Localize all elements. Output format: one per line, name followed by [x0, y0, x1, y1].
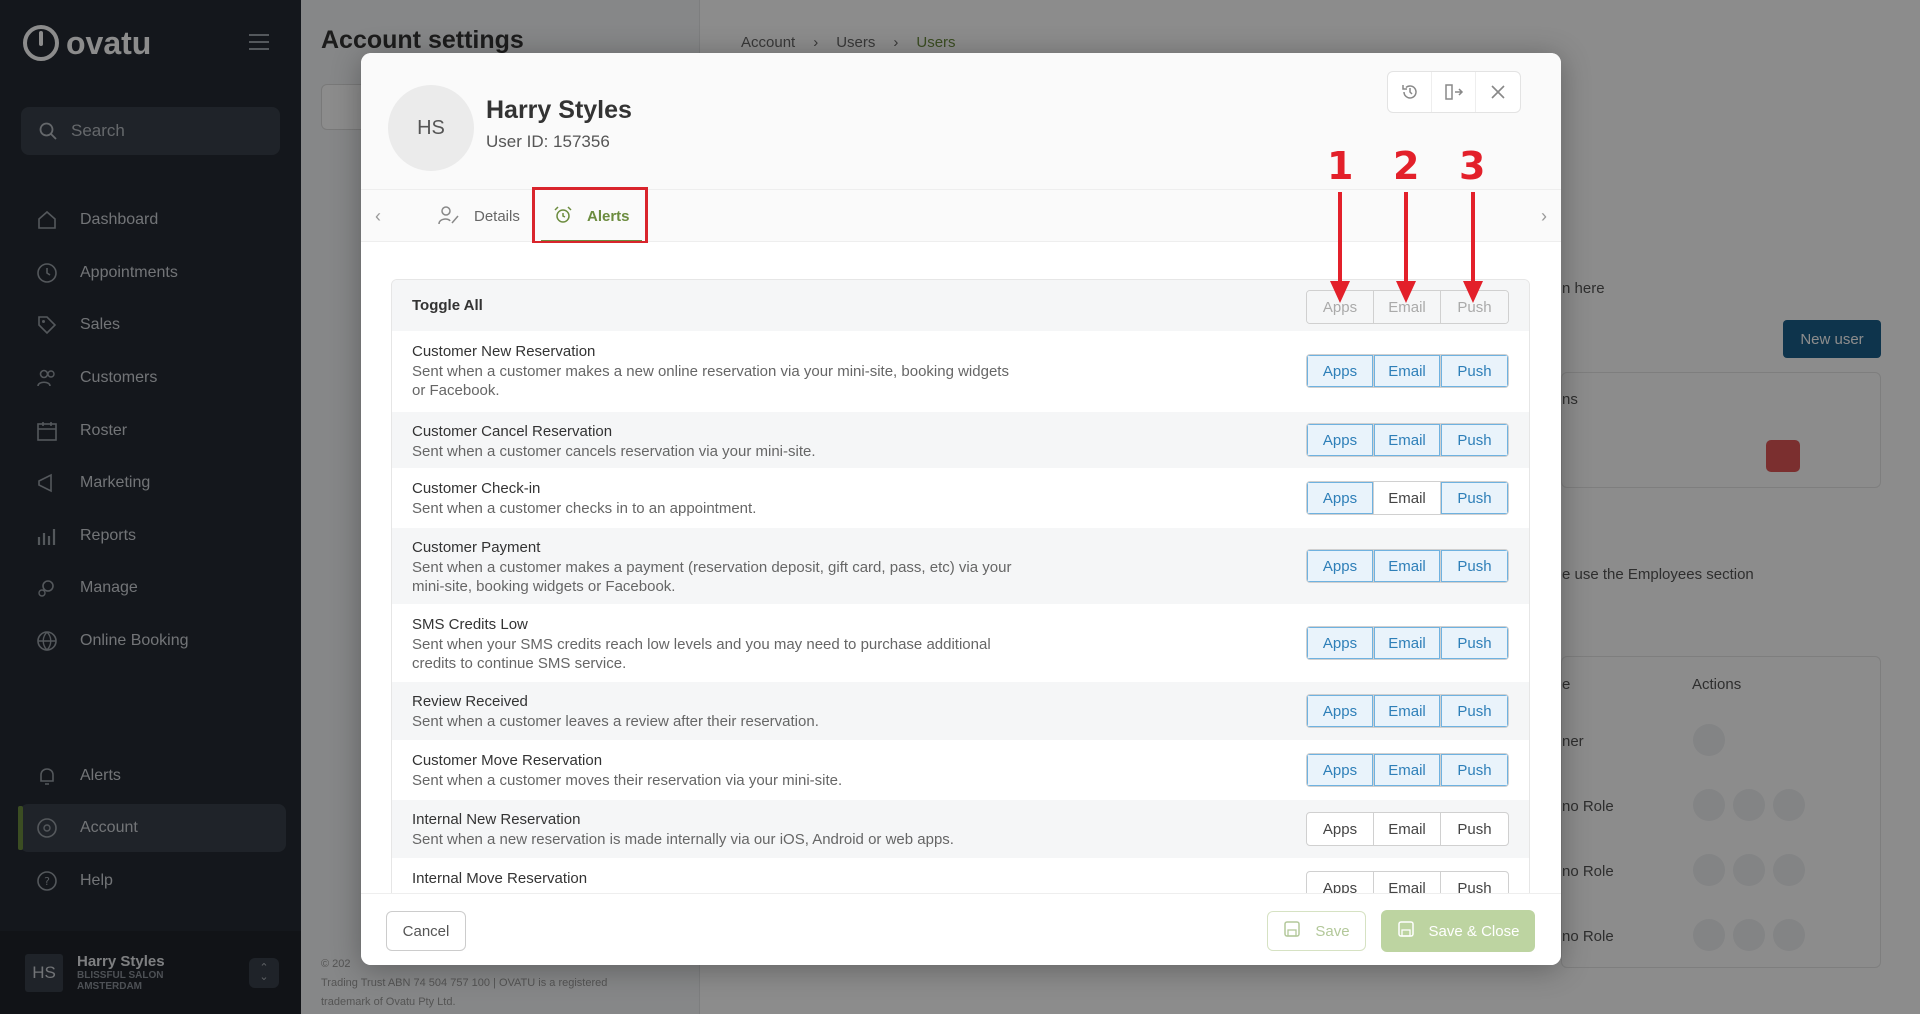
- apps-toggle[interactable]: Apps: [1307, 813, 1374, 845]
- alert-row-internal-move-reservation: Internal Move Reservation Apps Email Pus…: [392, 859, 1529, 893]
- user-modal: HS Harry Styles User ID: 157356 ‹ Detail…: [361, 53, 1561, 965]
- annotation-arrowhead-3: [1463, 281, 1483, 303]
- alerts-panel: Toggle All Apps Email Push Customer New …: [361, 243, 1561, 893]
- push-toggle[interactable]: Push: [1441, 627, 1508, 659]
- push-toggle[interactable]: Push: [1441, 695, 1508, 727]
- cancel-button[interactable]: Cancel: [386, 911, 466, 951]
- alert-description: Sent when a customer moves their reserva…: [412, 772, 843, 789]
- email-toggle[interactable]: Email: [1374, 813, 1441, 845]
- alert-row-customer-move-reservation: Customer Move Reservation Sent when a cu…: [392, 741, 1529, 800]
- email-toggle[interactable]: Email: [1374, 695, 1441, 727]
- save-close-label: Save & Close: [1428, 922, 1520, 940]
- alert-description: Sent when your SMS credits reach low lev…: [412, 636, 991, 672]
- email-toggle[interactable]: Email: [1374, 355, 1441, 387]
- alert-channel-segment: Apps Email Push: [1306, 626, 1509, 660]
- alert-row-customer-cancel-reservation: Customer Cancel Reservation Sent when a …: [392, 412, 1529, 469]
- push-toggle[interactable]: Push: [1441, 482, 1508, 514]
- annotation-number-3: 3: [1459, 144, 1486, 188]
- save-icon: [1283, 920, 1301, 942]
- alert-channel-segment: Apps Email Push: [1306, 549, 1509, 583]
- push-toggle[interactable]: Push: [1441, 754, 1508, 786]
- alert-channel-segment: Apps Email Push: [1306, 354, 1509, 388]
- alert-description: Sent when a customer checks in to an app…: [412, 500, 757, 517]
- tabs-scroll-right-icon[interactable]: ›: [1529, 198, 1559, 234]
- alert-row-customer-check-in: Customer Check-in Sent when a customer c…: [392, 469, 1529, 528]
- save-icon: [1397, 920, 1415, 942]
- alert-channel-segment: Apps Email Push: [1306, 423, 1509, 457]
- email-toggle[interactable]: Email: [1374, 550, 1441, 582]
- tab-label: Details: [474, 208, 520, 225]
- apps-toggle[interactable]: Apps: [1307, 355, 1374, 387]
- apps-toggle[interactable]: Apps: [1307, 695, 1374, 727]
- push-toggle[interactable]: Push: [1441, 872, 1508, 894]
- annotation-arrowhead-1: [1330, 281, 1350, 303]
- email-toggle[interactable]: Email: [1374, 627, 1441, 659]
- annotation-highlight-box: [532, 187, 648, 244]
- annotation-arrow-1: [1338, 192, 1342, 286]
- annotation-arrow-3: [1471, 192, 1475, 286]
- annotation-number-2: 2: [1393, 144, 1420, 188]
- tab-details[interactable]: Details: [426, 190, 532, 243]
- save-button[interactable]: Save: [1267, 911, 1366, 951]
- save-label: Save: [1315, 922, 1350, 940]
- user-edit-icon: [438, 205, 460, 229]
- annotation-number-1: 1: [1327, 144, 1354, 188]
- modal-header: HS Harry Styles User ID: 157356: [361, 53, 1561, 189]
- history-icon[interactable]: [1388, 72, 1432, 112]
- alert-row-sms-credits-low: SMS Credits Low Sent when your SMS credi…: [392, 605, 1529, 682]
- email-toggle[interactable]: Email: [1374, 424, 1441, 456]
- alert-row-customer-payment: Customer Payment Sent when a customer ma…: [392, 528, 1529, 605]
- alerts-table: Toggle All Apps Email Push Customer New …: [391, 279, 1530, 893]
- modal-header-actions: [1387, 71, 1521, 113]
- apps-toggle[interactable]: Apps: [1307, 754, 1374, 786]
- apps-toggle[interactable]: Apps: [1307, 482, 1374, 514]
- alert-row-review-received: Review Received Sent when a customer lea…: [392, 682, 1529, 741]
- apps-toggle[interactable]: Apps: [1307, 872, 1374, 893]
- alert-description: Sent when a customer leaves a review aft…: [412, 713, 819, 730]
- toggle-all-row: Toggle All Apps Email Push: [392, 280, 1529, 332]
- annotation-arrowhead-2: [1396, 281, 1416, 303]
- alert-description: Sent when a new reservation is made inte…: [412, 831, 954, 848]
- tabs-scroll-left-icon[interactable]: ‹: [363, 198, 393, 234]
- login-as-icon[interactable]: [1432, 72, 1476, 112]
- annotation-arrow-2: [1404, 192, 1408, 286]
- push-toggle[interactable]: Push: [1441, 813, 1508, 845]
- alert-channel-segment: Apps Email Push: [1306, 871, 1509, 893]
- push-toggle[interactable]: Push: [1441, 550, 1508, 582]
- alert-description: Sent when a customer cancels reservation…: [412, 443, 816, 460]
- email-toggle[interactable]: Email: [1374, 872, 1441, 893]
- user-id: User ID: 157356: [486, 132, 610, 151]
- close-icon[interactable]: [1476, 72, 1520, 112]
- alert-row-customer-new-reservation: Customer New Reservation Sent when a cus…: [392, 332, 1529, 412]
- alert-description: Sent when a customer makes a new online …: [412, 363, 1009, 399]
- alert-row-internal-new-reservation: Internal New Reservation Sent when a new…: [392, 800, 1529, 859]
- alert-channel-segment: Apps Email Push: [1306, 694, 1509, 728]
- alert-channel-segment: Apps Email Push: [1306, 481, 1509, 515]
- push-toggle[interactable]: Push: [1441, 424, 1508, 456]
- push-toggle[interactable]: Push: [1441, 355, 1508, 387]
- email-toggle[interactable]: Email: [1374, 482, 1441, 514]
- apps-toggle[interactable]: Apps: [1307, 627, 1374, 659]
- apps-toggle[interactable]: Apps: [1307, 424, 1374, 456]
- alert-channel-segment: Apps Email Push: [1306, 812, 1509, 846]
- save-close-button[interactable]: Save & Close: [1381, 910, 1535, 952]
- user-name: Harry Styles: [486, 96, 632, 124]
- apps-toggle[interactable]: Apps: [1307, 550, 1374, 582]
- alert-channel-segment: Apps Email Push: [1306, 753, 1509, 787]
- alert-description: Sent when a customer makes a payment (re…: [412, 559, 1012, 595]
- avatar: HS: [388, 85, 474, 171]
- modal-footer: Cancel Save Save & Close: [361, 893, 1561, 965]
- email-toggle[interactable]: Email: [1374, 754, 1441, 786]
